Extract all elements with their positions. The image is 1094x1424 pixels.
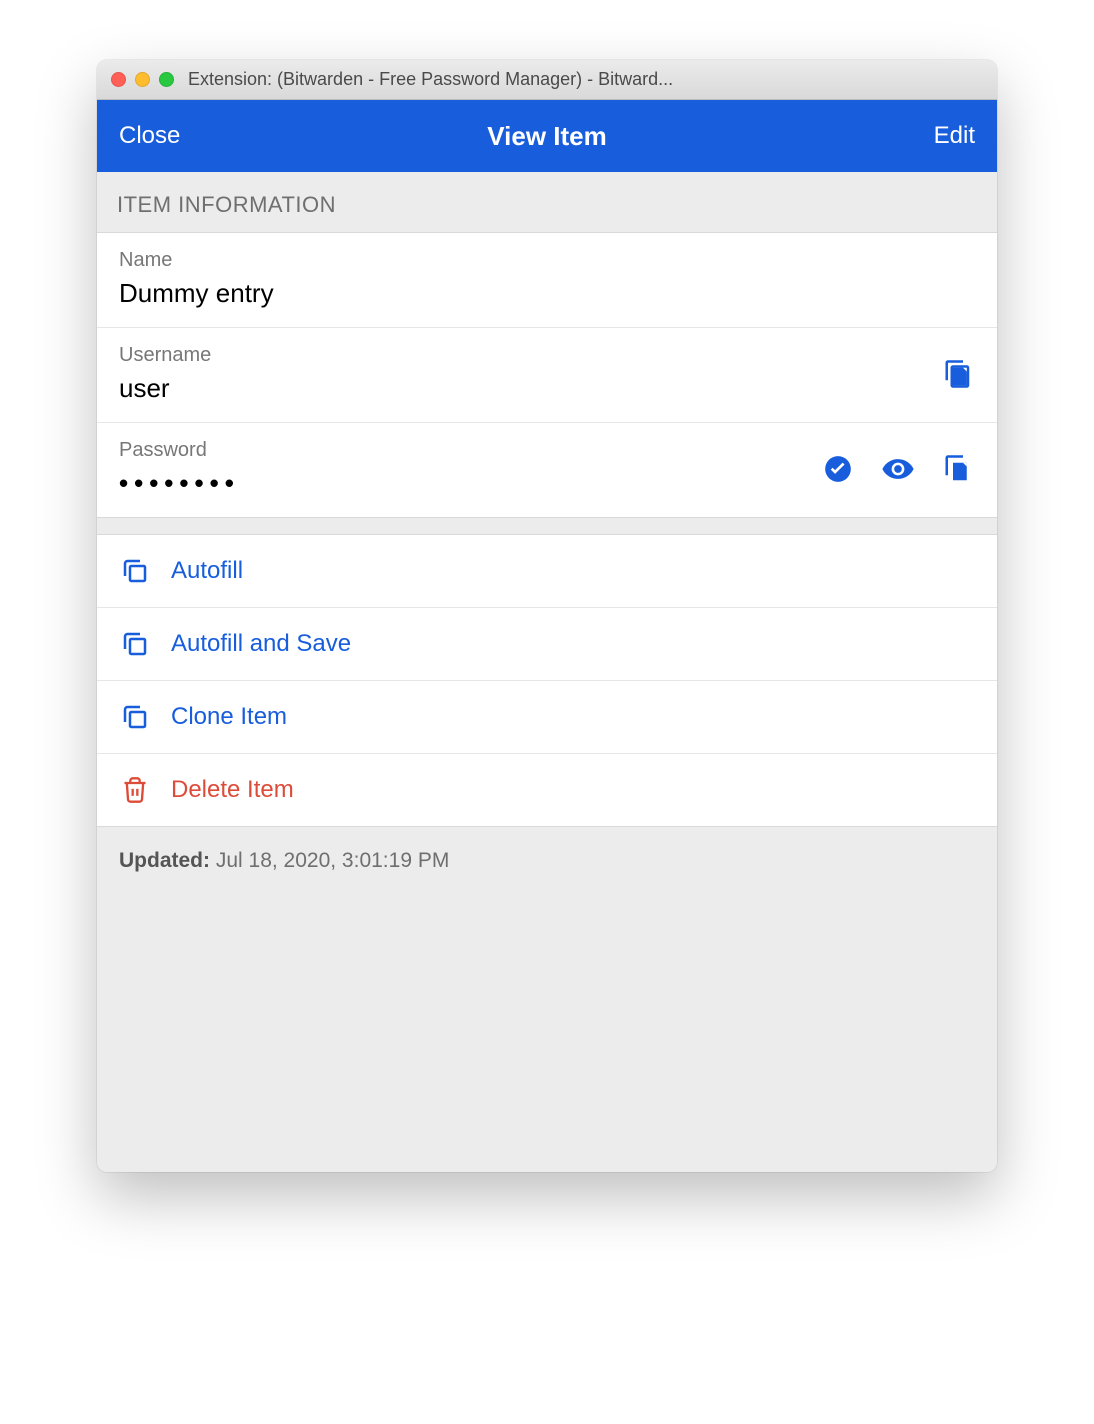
delete-item-label: Delete Item <box>171 776 294 804</box>
autofill-button[interactable]: Autofill <box>97 535 997 608</box>
clone-item-button[interactable]: Clone Item <box>97 681 997 754</box>
app-window: Extension: (Bitwarden - Free Password Ma… <box>97 60 997 1172</box>
clone-icon <box>119 628 151 660</box>
toggle-password-visibility-button[interactable] <box>881 452 915 486</box>
delete-item-button[interactable]: Delete Item <box>97 754 997 826</box>
close-button[interactable]: Close <box>119 122 199 150</box>
autofill-save-button[interactable]: Autofill and Save <box>97 608 997 681</box>
copy-username-button[interactable] <box>941 357 975 391</box>
username-label: Username <box>119 344 941 367</box>
autofill-label: Autofill <box>171 557 243 585</box>
maximize-window-button[interactable] <box>159 72 174 87</box>
check-password-button[interactable] <box>821 452 855 486</box>
actions-card: Autofill Autofill and Save <box>97 534 997 827</box>
copy-icon <box>943 359 973 389</box>
section-header-item-info: ITEM INFORMATION <box>97 172 997 232</box>
username-row: Username user <box>97 328 997 423</box>
eye-icon <box>881 452 915 486</box>
name-value: Dummy entry <box>119 278 975 309</box>
autofill-save-label: Autofill and Save <box>171 630 351 658</box>
window-titlebar: Extension: (Bitwarden - Free Password Ma… <box>97 60 997 100</box>
updated-label: Updated: <box>119 849 210 872</box>
name-row: Name Dummy entry <box>97 233 997 328</box>
item-info-card: Name Dummy entry Username user <box>97 232 997 518</box>
content-body: ITEM INFORMATION Name Dummy entry Userna… <box>97 172 997 1172</box>
copy-icon <box>943 454 973 484</box>
updated-meta: Updated: Jul 18, 2020, 3:01:19 PM <box>97 827 997 895</box>
page-title: View Item <box>199 121 895 152</box>
check-circle-icon <box>824 455 852 483</box>
username-value: user <box>119 373 941 404</box>
password-label: Password <box>119 439 821 462</box>
window-title: Extension: (Bitwarden - Free Password Ma… <box>188 69 983 90</box>
password-value: •••••••• <box>119 468 821 499</box>
clone-icon <box>119 701 151 733</box>
trash-icon <box>119 774 151 806</box>
window-controls <box>111 72 174 87</box>
copy-password-button[interactable] <box>941 452 975 486</box>
name-label: Name <box>119 249 975 272</box>
close-window-button[interactable] <box>111 72 126 87</box>
minimize-window-button[interactable] <box>135 72 150 87</box>
app-header: Close View Item Edit <box>97 100 997 172</box>
edit-button[interactable]: Edit <box>895 122 975 150</box>
clone-icon <box>119 555 151 587</box>
password-row: Password •••••••• <box>97 423 997 517</box>
updated-value: Jul 18, 2020, 3:01:19 PM <box>216 849 450 872</box>
clone-item-label: Clone Item <box>171 703 287 731</box>
